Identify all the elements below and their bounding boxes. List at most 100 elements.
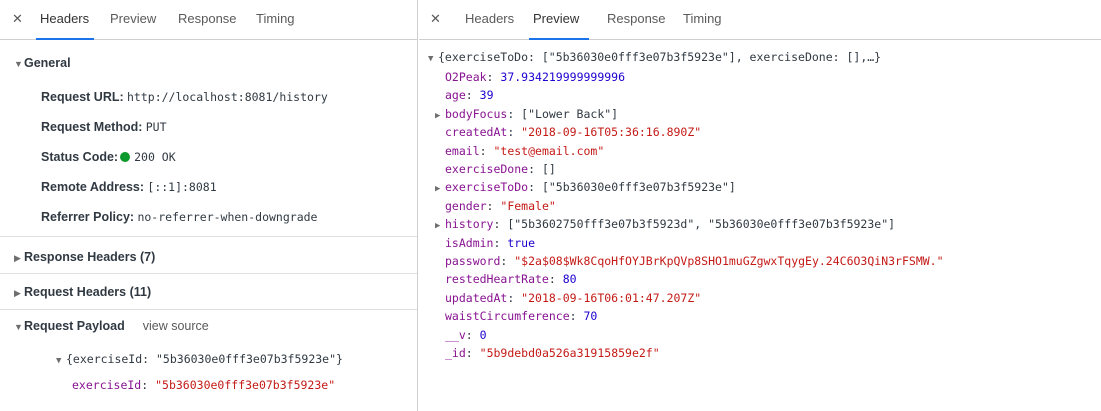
payload-summary: {exerciseId: "5b36030e0fff3e07b3f5923e"} (66, 352, 343, 366)
json-field-row: gender: "Female" (445, 198, 556, 213)
json-value: ["5b3602750fff3e07b3f5923d", "5b36030e0f… (507, 217, 896, 232)
tab-headers[interactable]: Headers (40, 11, 89, 26)
json-key: bodyFocus (445, 106, 508, 121)
json-colon: : (500, 254, 515, 268)
referrer-policy-value: no-referrer-when-downgrade (137, 210, 318, 224)
json-value: "2018-09-16T05:36:16.890Z" (521, 125, 702, 140)
json-key: history (445, 217, 494, 232)
json-key: password (445, 254, 501, 268)
json-value: "5b9debd0a526a31915859e2f" (479, 346, 660, 360)
json-field-row[interactable]: ▶ exerciseToDo: ["5b36030e0fff3e07b3f5923… (435, 180, 736, 195)
view-source-link[interactable]: view source (143, 319, 209, 333)
divider (0, 309, 417, 310)
tab-timing[interactable]: Timing (683, 11, 722, 26)
remote-address-label: Remote Address: (41, 180, 145, 194)
close-icon[interactable]: ✕ (430, 11, 441, 27)
json-colon: : (493, 217, 508, 232)
request-payload-title: Request Payload (24, 319, 125, 333)
json-field-row: exerciseDone: [] (445, 162, 556, 176)
json-key: gender (445, 198, 487, 213)
triangle-down-icon[interactable]: ▼ (428, 54, 438, 64)
json-field-row: _id: "5b9debd0a526a31915859e2f" (445, 346, 660, 360)
json-colon: : (548, 272, 563, 287)
general-section-header[interactable]: ▼General (14, 56, 71, 70)
request-headers-title: Request Headers (11) (24, 285, 152, 299)
json-field-row: isAdmin: true (445, 235, 535, 250)
response-headers-section[interactable]: ▶ Response Headers (7) (14, 250, 155, 264)
triangle-right-icon[interactable]: ▶ (14, 288, 24, 299)
payload-value: "5b36030e0fff3e07b3f5923e" (155, 378, 336, 392)
json-root-summary-text: {exerciseToDo: ["5b36030e0fff3e07b3f5923… (438, 50, 882, 64)
tab-response[interactable]: Response (178, 11, 237, 26)
json-key: exerciseDone (445, 162, 529, 176)
json-colon: : (507, 290, 522, 305)
triangle-down-icon[interactable]: ▼ (14, 59, 24, 69)
json-root-summary[interactable]: ▼ {exerciseToDo: ["5b36030e0fff3e07b3f592… (428, 50, 881, 64)
referrer-policy-row: Referrer Policy: no-referrer-when-downgr… (41, 210, 317, 224)
json-field-row[interactable]: ▶ bodyFocus: ["Lower Back"] (435, 106, 619, 121)
preview-panel: ✕ Headers Preview Response Timing ▼ {exer… (419, 0, 1101, 411)
json-key: O2Peak (445, 70, 487, 84)
json-value: 39 (479, 88, 494, 103)
json-colon: : (465, 88, 480, 103)
active-tab-indicator (36, 38, 94, 40)
tab-preview[interactable]: Preview (110, 11, 156, 26)
tab-headers[interactable]: Headers (465, 11, 514, 26)
request-method-label: Request Method: (41, 120, 143, 134)
payload-field-row: exerciseId: "5b36030e0fff3e07b3f5923e" (72, 378, 336, 392)
json-key: updatedAt (445, 290, 508, 305)
json-value: ["Lower Back"] (521, 106, 619, 121)
divider (0, 273, 417, 274)
json-field-row: waistCircumference: 70 (445, 309, 598, 324)
triangle-right-icon[interactable]: ▶ (14, 253, 24, 264)
tab-timing[interactable]: Timing (256, 11, 295, 26)
json-field-row[interactable]: ▶ history: ["5b3602750fff3e07b3f5923d", "… (435, 217, 896, 232)
status-dot-icon (120, 152, 131, 162)
status-code-value: 200 OK (134, 150, 176, 164)
json-key: restedHeartRate (445, 272, 549, 287)
json-key: __v (445, 327, 466, 342)
headers-panel: ✕ Headers Preview Response Timing ▼Gener… (0, 0, 418, 411)
remote-address-value: [::1]:8081 (147, 180, 217, 194)
remote-address-row: Remote Address: [::1]:8081 (41, 180, 217, 194)
request-url-value: http://localhost:8081/history (127, 90, 328, 104)
json-value: "2018-09-16T06:01:47.207Z" (521, 290, 702, 305)
json-field-row: restedHeartRate: 80 (445, 272, 577, 287)
json-value: 70 (583, 309, 598, 324)
json-key: exerciseToDo (445, 180, 529, 195)
tab-response[interactable]: Response (607, 11, 666, 26)
json-value: 37.934219999999996 (500, 70, 626, 84)
tab-preview[interactable]: Preview (533, 11, 579, 26)
payload-key: exerciseId (72, 378, 142, 392)
payload-summary-row[interactable]: ▼ {exerciseId: "5b36030e0fff3e07b3f5923e"… (56, 352, 343, 366)
triangle-down-icon[interactable]: ▼ (14, 322, 24, 332)
json-key: email (445, 143, 480, 158)
json-value: "$2a$08$Wk8CqoHfOYJBrKpQVp8SHO1muGZgwxTq… (514, 254, 944, 268)
json-field-row: O2Peak: 37.934219999999996 (445, 70, 626, 84)
json-colon: : (528, 180, 542, 195)
json-value: "test@email.com" (493, 143, 605, 158)
json-colon: : (528, 162, 542, 176)
active-tab-indicator (529, 38, 589, 40)
triangle-right-icon[interactable]: ▶ (435, 184, 445, 194)
triangle-right-icon[interactable]: ▶ (435, 221, 445, 231)
json-key: waistCircumference (445, 309, 570, 324)
json-colon: : (507, 106, 522, 121)
json-field-row: __v: 0 (445, 327, 487, 342)
json-value: ["5b36030e0fff3e07b3f5923e"] (541, 180, 736, 195)
json-colon: : (486, 70, 501, 84)
referrer-policy-label: Referrer Policy: (41, 210, 135, 224)
right-tabbar: ✕ Headers Preview Response Timing (419, 0, 1101, 40)
close-icon[interactable]: ✕ (12, 11, 23, 27)
status-code-row: Status Code: 200 OK (41, 150, 176, 164)
json-key: isAdmin (445, 235, 494, 250)
triangle-down-icon[interactable]: ▼ (56, 356, 66, 366)
json-field-row: password: "$2a$08$Wk8CqoHfOYJBrKpQVp8SHO… (445, 254, 944, 268)
json-value: 80 (562, 272, 577, 287)
triangle-right-icon[interactable]: ▶ (435, 111, 445, 121)
request-headers-section[interactable]: ▶ Request Headers (11) (14, 285, 151, 299)
json-field-row: email: "test@email.com" (445, 143, 605, 158)
json-key: age (445, 88, 466, 103)
request-payload-section[interactable]: ▼Request Payload view source (14, 319, 209, 333)
json-value: "Female" (500, 198, 556, 213)
